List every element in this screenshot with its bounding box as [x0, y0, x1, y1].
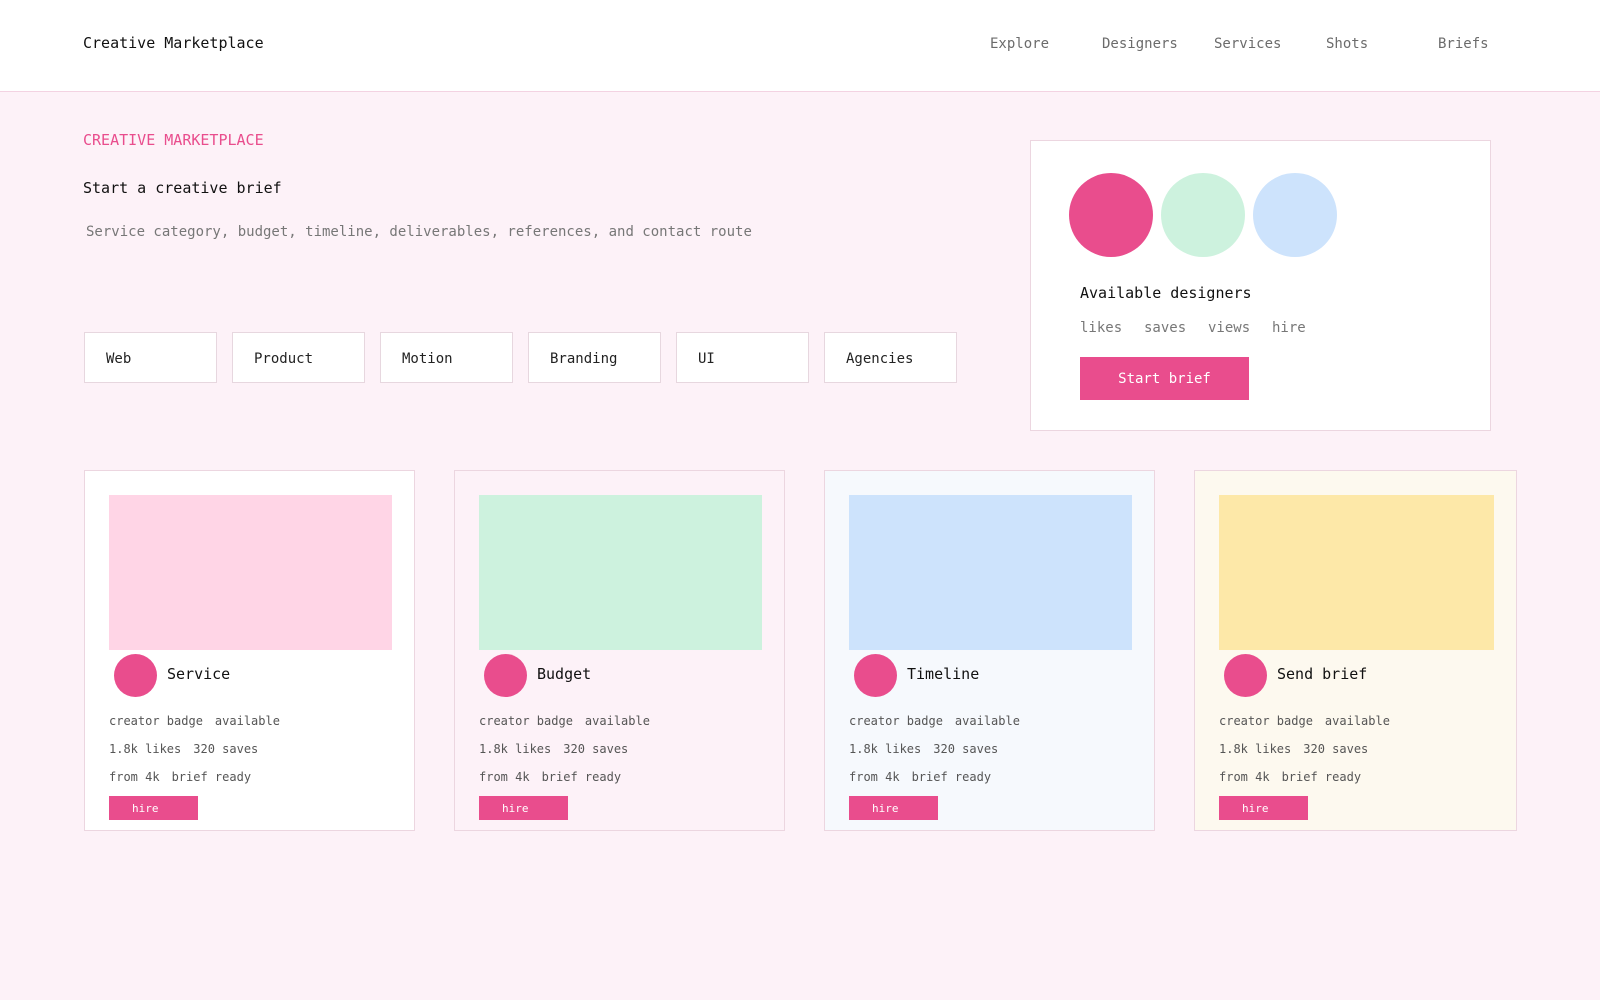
top-navigation-bar: Creative Marketplace Explore Designers S…	[0, 0, 1600, 92]
card-price-row: from 4k brief ready	[479, 770, 621, 784]
saves-count: 320 saves	[1303, 742, 1369, 756]
price: from 4k	[849, 770, 900, 784]
hero-title: Start a creative brief	[83, 179, 282, 197]
card-title: Timeline	[907, 665, 980, 683]
hero-eyebrow: CREATIVE MARKETPLACE	[83, 131, 264, 149]
card-badge-row: creator badge available	[109, 714, 280, 728]
creator-avatar	[114, 654, 157, 697]
creator-badge: creator badge	[479, 714, 573, 728]
designer-avatar[interactable]	[1069, 173, 1153, 257]
nav-designers[interactable]: Designers	[1102, 36, 1178, 52]
hire-button[interactable]: hire	[849, 796, 938, 820]
likes-count: 1.8k likes	[479, 742, 552, 756]
creator-avatar	[854, 654, 897, 697]
price: from 4k	[109, 770, 160, 784]
nav-explore[interactable]: Explore	[990, 36, 1049, 52]
send-brief-card[interactable]: Send brief creator badge available 1.8k l…	[1194, 470, 1517, 831]
designer-avatar[interactable]	[1161, 173, 1245, 257]
card-stats-row: 1.8k likes 320 saves	[109, 742, 258, 756]
card-title: Send brief	[1277, 665, 1368, 683]
price: from 4k	[479, 770, 530, 784]
category-chip-ui[interactable]: UI	[676, 332, 809, 383]
saves-count: 320 saves	[933, 742, 999, 756]
card-badge-row: creator badge available	[479, 714, 650, 728]
creator-badge: creator badge	[849, 714, 943, 728]
card-thumbnail[interactable]	[1219, 495, 1494, 650]
availability-status: available	[954, 714, 1020, 728]
category-chip-product[interactable]: Product	[232, 332, 365, 383]
card-thumbnail[interactable]	[479, 495, 762, 650]
meta-views: views	[1208, 320, 1251, 336]
brief-status: brief ready	[1281, 770, 1362, 784]
saves-count: 320 saves	[563, 742, 629, 756]
brief-status: brief ready	[171, 770, 252, 784]
available-designers-panel: Available designers likes saves views hi…	[1030, 140, 1491, 431]
hire-button[interactable]: hire	[1219, 796, 1308, 820]
availability-status: available	[214, 714, 280, 728]
likes-count: 1.8k likes	[849, 742, 922, 756]
price: from 4k	[1219, 770, 1270, 784]
card-stats-row: 1.8k likes 320 saves	[479, 742, 628, 756]
budget-card[interactable]: Budget creator badge available 1.8k likes…	[454, 470, 785, 831]
nav-services[interactable]: Services	[1214, 36, 1281, 52]
card-badge-row: creator badge available	[849, 714, 1020, 728]
brief-status: brief ready	[541, 770, 622, 784]
designer-avatar[interactable]	[1253, 173, 1337, 257]
meta-likes: likes	[1080, 320, 1123, 336]
availability-status: available	[1324, 714, 1390, 728]
card-badge-row: creator badge available	[1219, 714, 1390, 728]
service-card[interactable]: Service creator badge available 1.8k like…	[84, 470, 415, 831]
meta-saves: saves	[1144, 320, 1187, 336]
creator-badge: creator badge	[1219, 714, 1313, 728]
creator-avatar	[1224, 654, 1267, 697]
category-chip-branding[interactable]: Branding	[528, 332, 661, 383]
card-price-row: from 4k brief ready	[849, 770, 991, 784]
brief-status: brief ready	[911, 770, 992, 784]
card-thumbnail[interactable]	[109, 495, 392, 650]
card-price-row: from 4k brief ready	[1219, 770, 1361, 784]
card-stats-row: 1.8k likes 320 saves	[1219, 742, 1368, 756]
card-thumbnail[interactable]	[849, 495, 1132, 650]
category-chip-motion[interactable]: Motion	[380, 332, 513, 383]
creator-avatar	[484, 654, 527, 697]
meta-hire: hire	[1272, 320, 1306, 336]
nav-shots[interactable]: Shots	[1326, 36, 1368, 52]
card-title: Budget	[537, 665, 592, 683]
card-price-row: from 4k brief ready	[109, 770, 251, 784]
brand-name[interactable]: Creative Marketplace	[83, 34, 264, 52]
likes-count: 1.8k likes	[109, 742, 182, 756]
category-chip-agencies[interactable]: Agencies	[824, 332, 957, 383]
hire-button[interactable]: hire	[479, 796, 568, 820]
likes-count: 1.8k likes	[1219, 742, 1292, 756]
availability-status: available	[584, 714, 650, 728]
available-designers-title: Available designers	[1080, 284, 1252, 302]
start-brief-button[interactable]: Start brief	[1080, 357, 1249, 400]
card-stats-row: 1.8k likes 320 saves	[849, 742, 998, 756]
nav-briefs[interactable]: Briefs	[1438, 36, 1489, 52]
hero-subtitle: Service category, budget, timeline, deli…	[86, 224, 752, 240]
category-chip-web[interactable]: Web	[84, 332, 217, 383]
hire-button[interactable]: hire	[109, 796, 198, 820]
timeline-card[interactable]: Timeline creator badge available 1.8k lik…	[824, 470, 1155, 831]
card-title: Service	[167, 665, 231, 683]
creator-badge: creator badge	[109, 714, 203, 728]
saves-count: 320 saves	[193, 742, 259, 756]
